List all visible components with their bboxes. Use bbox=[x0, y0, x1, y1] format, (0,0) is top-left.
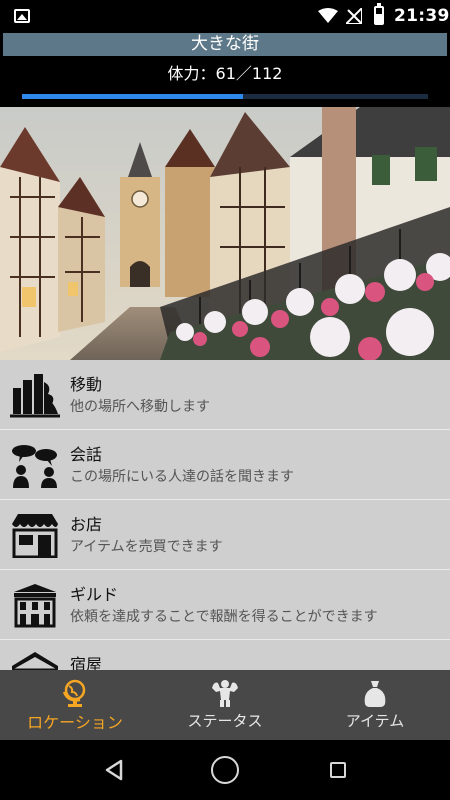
wifi-icon bbox=[318, 8, 338, 23]
tab-label: ステータス bbox=[187, 712, 263, 730]
inn-icon bbox=[12, 652, 58, 670]
menu-item-description: この場所にいる人達の話を聞きます bbox=[70, 469, 294, 485]
menu-item-move[interactable]: 移動 他の場所へ移動します bbox=[0, 360, 450, 430]
location-menu: 移動 他の場所へ移動します 会話 この場所にいる人達の話を聞きます お店 アイテ… bbox=[0, 360, 450, 670]
tab-location[interactable]: ロケーション bbox=[0, 670, 150, 740]
menu-item-shop[interactable]: お店 アイテムを売買できます bbox=[0, 500, 450, 570]
menu-item-description: 依頼を達成することで報酬を得ることができます bbox=[70, 609, 378, 625]
system-navigation-bar bbox=[0, 740, 450, 800]
hp-label: 体力：61／112 bbox=[167, 64, 283, 83]
tab-label: ロケーション bbox=[27, 713, 123, 732]
tab-label: アイテム bbox=[345, 712, 405, 730]
menu-item-guild[interactable]: ギルド 依頼を達成することで報酬を得ることができます bbox=[0, 570, 450, 640]
town-scene-image bbox=[0, 107, 450, 360]
shop-icon bbox=[12, 514, 58, 558]
home-icon[interactable] bbox=[211, 756, 239, 784]
talk-icon bbox=[12, 445, 57, 488]
menu-item-title: 移動 bbox=[70, 375, 103, 394]
tab-items[interactable]: アイテム bbox=[300, 670, 450, 740]
menu-item-description: アイテムを売買できます bbox=[70, 539, 223, 555]
battery-icon bbox=[374, 3, 384, 25]
guild-icon bbox=[14, 584, 56, 628]
item-bag-icon bbox=[364, 681, 386, 707]
menu-item-talk[interactable]: 会話 この場所にいる人達の話を聞きます bbox=[0, 430, 450, 500]
back-icon[interactable] bbox=[104, 759, 124, 781]
status-muscle-icon bbox=[212, 680, 238, 707]
location-title: 大きな街 bbox=[3, 33, 447, 56]
location-globe-icon bbox=[62, 679, 86, 707]
recent-apps-icon[interactable] bbox=[330, 762, 346, 778]
menu-item-inn[interactable]: 宿屋 bbox=[0, 640, 450, 670]
image-notification-icon bbox=[14, 9, 30, 23]
menu-item-description: 他の場所へ移動します bbox=[70, 399, 210, 415]
menu-item-title: 会話 bbox=[70, 445, 103, 464]
move-icon bbox=[10, 374, 60, 418]
tab-status[interactable]: ステータス bbox=[150, 670, 300, 740]
hp-bar-fill bbox=[22, 94, 244, 99]
hp-bar bbox=[22, 94, 428, 99]
bottom-navigation: ロケーション ステータス アイテム bbox=[0, 670, 450, 740]
menu-item-title: ギルド bbox=[70, 585, 119, 604]
clock: 21:39 bbox=[394, 6, 450, 26]
menu-item-title: 宿屋 bbox=[70, 655, 103, 670]
no-signal-icon bbox=[346, 8, 362, 24]
status-bar: 21:39 bbox=[0, 0, 450, 32]
menu-item-title: お店 bbox=[70, 515, 103, 534]
